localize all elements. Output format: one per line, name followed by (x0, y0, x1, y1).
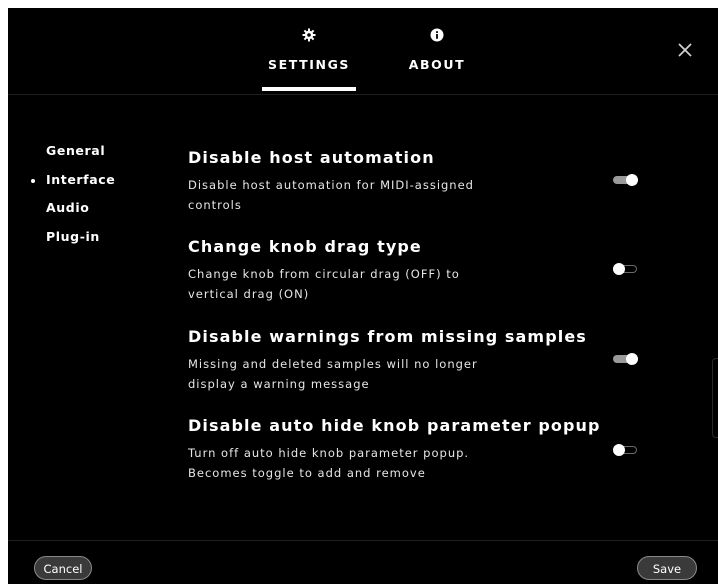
active-bullet-icon (31, 179, 35, 183)
info-icon (430, 28, 444, 42)
sidebar-item-label: General (46, 143, 106, 158)
cancel-button[interactable]: Cancel (34, 556, 92, 580)
setting-description-line: Turn off auto hide knob parameter popup. (188, 446, 470, 460)
close-icon[interactable] (675, 40, 695, 60)
save-button[interactable]: Save (637, 556, 697, 580)
toggle-knob (613, 444, 625, 456)
tab-settings-label: SETTINGS (267, 57, 351, 72)
sidebar-item-general[interactable]: General (8, 142, 158, 162)
setting-title: Change knob drag type (188, 237, 422, 256)
toggle-knob (626, 174, 638, 186)
footer-divider (8, 540, 718, 541)
disable-auto-hide-knob-popup-toggle[interactable] (613, 444, 637, 456)
disable-host-automation-toggle[interactable] (613, 174, 638, 186)
scroll-edge-handle (712, 358, 718, 438)
tab-settings[interactable]: SETTINGS (262, 8, 356, 94)
setting-description: Disable host automation for MIDI-assigne… (188, 175, 518, 215)
active-tab-indicator (262, 87, 356, 91)
setting-description: Missing and deleted samples will no long… (188, 354, 518, 394)
sidebar-item-audio[interactable]: Audio (8, 199, 158, 219)
setting-title: Disable warnings from missing samples (188, 327, 587, 346)
settings-dialog: SETTINGS ABOUT General Interface Audio P… (8, 8, 718, 584)
tab-about-label: ABOUT (408, 57, 466, 72)
gear-icon (302, 28, 316, 42)
toggle-knob (613, 263, 625, 275)
setting-description-line: Disable host automation for MIDI-assigne… (188, 178, 474, 192)
sidebar-item-label: Plug-in (46, 229, 100, 244)
setting-title: Disable host automation (188, 148, 435, 167)
disable-warnings-missing-samples-toggle[interactable] (613, 353, 638, 365)
setting-description-line: vertical drag (ON) (188, 287, 310, 301)
setting-description: Change knob from circular drag (OFF) to … (188, 264, 518, 304)
sidebar-item-plug-in[interactable]: Plug-in (8, 228, 158, 248)
setting-description-line: Change knob from circular drag (OFF) to (188, 267, 460, 281)
sidebar-item-interface[interactable]: Interface (8, 171, 158, 191)
setting-title: Disable auto hide knob parameter popup (188, 416, 601, 435)
change-knob-drag-type-toggle[interactable] (613, 263, 637, 275)
setting-description-line: Becomes toggle to add and remove (188, 466, 426, 480)
setting-description-line: controls (188, 198, 242, 212)
tab-bar: SETTINGS ABOUT (8, 8, 718, 95)
tab-about[interactable]: ABOUT (398, 8, 476, 94)
toggle-knob (626, 353, 638, 365)
setting-description: Turn off auto hide knob parameter popup.… (188, 443, 518, 483)
sidebar-item-label: Audio (46, 200, 90, 215)
sidebar-item-label: Interface (46, 172, 116, 187)
setting-description-line: display a warning message (188, 377, 370, 391)
setting-description-line: Missing and deleted samples will no long… (188, 357, 478, 371)
